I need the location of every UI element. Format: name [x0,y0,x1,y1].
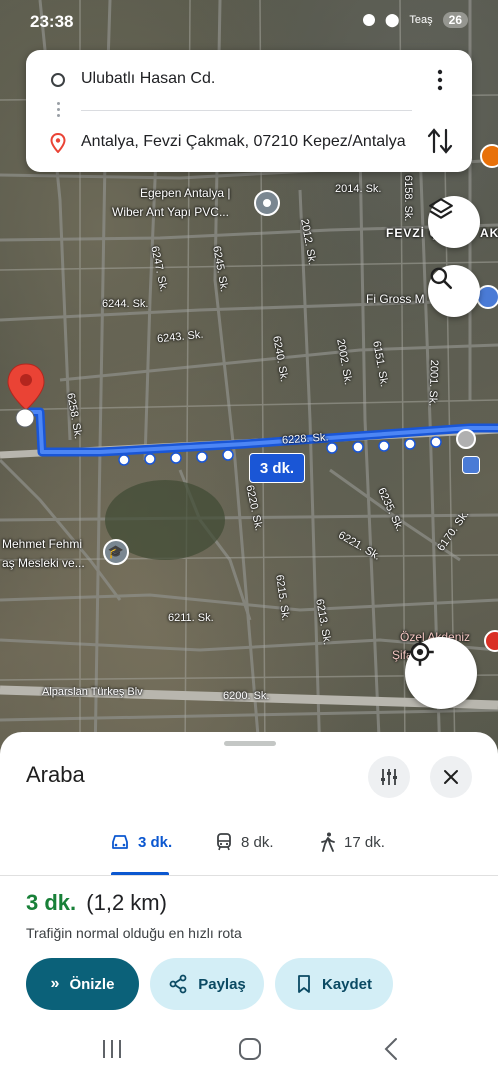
route-card: Ulubatlı Hasan Cd. Antalya, Fevzi Çakmak… [26,50,472,172]
poi-label: Egepen Antalya | [140,186,231,200]
tab-driving-label: 3 dk. [138,833,173,851]
search-button[interactable] [428,265,480,317]
route-distance: (1,2 km) [86,890,167,915]
tune-icon [381,769,397,785]
poi-label: Wiber Ant Yapı PVC... [112,205,229,219]
transit-icon [217,833,231,851]
route-duration: 3 dk. [26,890,77,915]
share-label: Paylaş [198,975,246,993]
double-chevron-right-icon: » [50,975,60,992]
route-time-badge[interactable]: 3 dk. [249,453,305,483]
divider [81,110,412,111]
bookmark-icon [298,975,310,993]
poi-marker-egepen-icon[interactable] [254,190,280,216]
origin-circle-icon [51,73,65,87]
system-nav-bar [0,1018,498,1080]
street-label: Alparslan Türkeş Blv [42,686,143,698]
street-label: 6158. Sk. [402,175,414,222]
tab-walking[interactable]: 17 dk. [320,822,385,862]
swap-vert-icon[interactable] [426,126,454,156]
status-badge: 26 [442,12,468,28]
separator-dot [57,108,60,111]
tab-transit[interactable]: 8 dk. [215,822,274,862]
my-location-button[interactable] [405,637,477,709]
school-label: Mehmet Fehmi [2,537,83,551]
poi-label: Fi Gross M [366,292,425,306]
location-icon: ⬤ [384,12,400,27]
destination-field[interactable]: Antalya, Fevzi Çakmak, 07210 Kepez/Antal… [81,133,406,151]
route-summary: 3 dk. (1,2 km) [26,890,167,916]
minus-circle-icon [362,14,375,26]
school-label: aş Mesleki ve... [2,556,85,570]
walk-icon [321,832,335,852]
tab-transit-label: 8 dk. [241,833,274,851]
preview-button[interactable]: » Önizle [26,958,139,1010]
status-icons: ⬤ Teaş 26 [362,12,468,28]
close-button[interactable] [430,756,472,798]
share-button[interactable]: Paylaş [150,958,264,1010]
restaurant-marker-icon[interactable] [480,144,498,168]
drag-handle[interactable] [224,741,276,746]
status-bar: 23:38 ⬤ Teaş 26 [0,0,498,44]
route-options-button[interactable] [368,756,410,798]
carrier-label: Teaş [409,14,433,26]
district-label: AK [480,226,498,240]
my-location-icon [406,638,434,666]
car-icon [112,835,128,849]
preview-label: Önizle [69,975,115,993]
search-icon [430,267,453,290]
school-marker-icon[interactable]: 🎓 [103,539,129,565]
close-icon [444,770,458,784]
street-label: 6200. Sk. [223,690,270,702]
layers-button[interactable] [428,196,480,248]
save-button[interactable]: Kaydet [275,958,393,1010]
travel-mode-tabs: 3 dk. 8 dk. 17 dk. [0,822,498,878]
layers-icon [429,198,453,219]
share-icon [169,974,187,994]
street-label: 2001. Sk. [426,359,440,407]
destination-pin-icon [7,363,45,411]
more-vert-icon[interactable] [430,68,450,92]
home-icon[interactable] [238,1037,262,1061]
street-label: 6211. Sk. [168,612,214,624]
street-label: 2014. Sk. [335,183,382,195]
divider [0,875,498,876]
tab-walking-label: 17 dk. [344,833,385,851]
bus-stop-icon[interactable] [462,456,480,474]
back-icon[interactable] [382,1037,400,1061]
street-label: 6244. Sk. [102,298,149,310]
sheet-title: Araba [26,762,85,787]
recent-apps-icon[interactable] [100,1038,124,1060]
save-label: Kaydet [321,975,373,993]
separator-dot [57,114,60,117]
origin-field[interactable]: Ulubatlı Hasan Cd. [81,70,215,88]
destination-pin-icon [50,133,66,153]
route-description: Trafiğin normal olduğu en hızlı rota [26,925,242,941]
tab-driving[interactable]: 3 dk. [110,822,172,862]
status-time: 23:38 [30,12,74,31]
separator-dot [57,102,60,105]
